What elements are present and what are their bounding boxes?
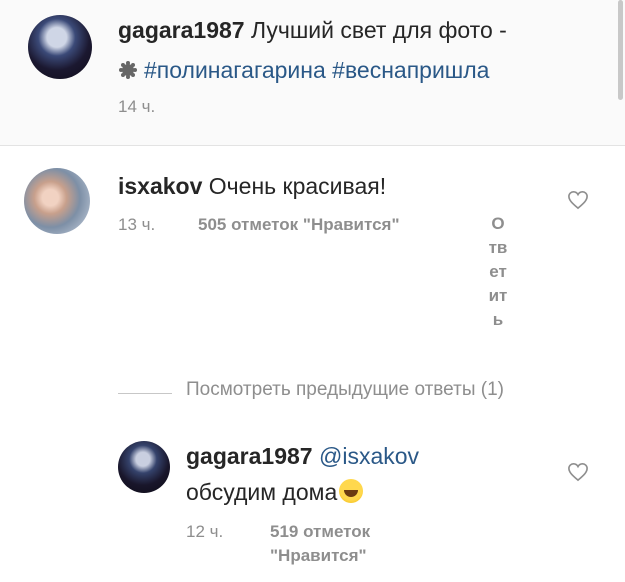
- divider: [118, 393, 172, 394]
- reply-timestamp: 12 ч.: [186, 522, 224, 541]
- caption-line-1: gagara1987 Лучший свет для фото -: [118, 16, 507, 44]
- caption-text: Лучший свет для фото -: [250, 17, 507, 43]
- username-link[interactable]: isxakov: [118, 173, 202, 199]
- reply-line-1: gagara1987 @isxakov: [186, 442, 419, 470]
- likes-count-label[interactable]: "Нравится": [270, 546, 367, 566]
- heart-outline-icon[interactable]: [567, 190, 589, 210]
- caption-line-2: #полинагагарина #веснапришла: [118, 56, 489, 84]
- sun-icon: [118, 60, 138, 80]
- comment-timestamp: 13 ч.: [118, 215, 156, 234]
- avatar[interactable]: [28, 15, 92, 79]
- reply-text: обсудим дома: [186, 479, 338, 505]
- likes-count[interactable]: 519 отметок: [270, 522, 370, 542]
- mention-link[interactable]: @isxakov: [319, 443, 419, 469]
- laughing-emoji-icon: [339, 479, 364, 503]
- scrollbar[interactable]: [618, 0, 623, 100]
- likes-count[interactable]: 505 отметок "Нравится": [198, 215, 400, 235]
- username-link[interactable]: gagara1987: [118, 17, 245, 43]
- avatar[interactable]: [24, 168, 90, 234]
- avatar[interactable]: [118, 441, 170, 493]
- post-caption: gagara1987 Лучший свет для фото - #полин…: [0, 0, 625, 146]
- hashtags[interactable]: #полинагагарина #веснапришла: [144, 57, 489, 83]
- comment-text: Очень красивая!: [208, 173, 387, 199]
- caption-timestamp: 14 ч.: [118, 97, 156, 116]
- view-previous-replies-button[interactable]: Посмотреть предыдущие ответы (1): [186, 379, 504, 401]
- heart-outline-icon[interactable]: [567, 462, 589, 482]
- reply-line-2: обсудим дома: [186, 478, 364, 506]
- username-link[interactable]: gagara1987: [186, 443, 313, 469]
- comment-1-line: isxakov Очень красивая!: [118, 172, 386, 200]
- reply-button[interactable]: О тв ет ит ь: [484, 212, 512, 332]
